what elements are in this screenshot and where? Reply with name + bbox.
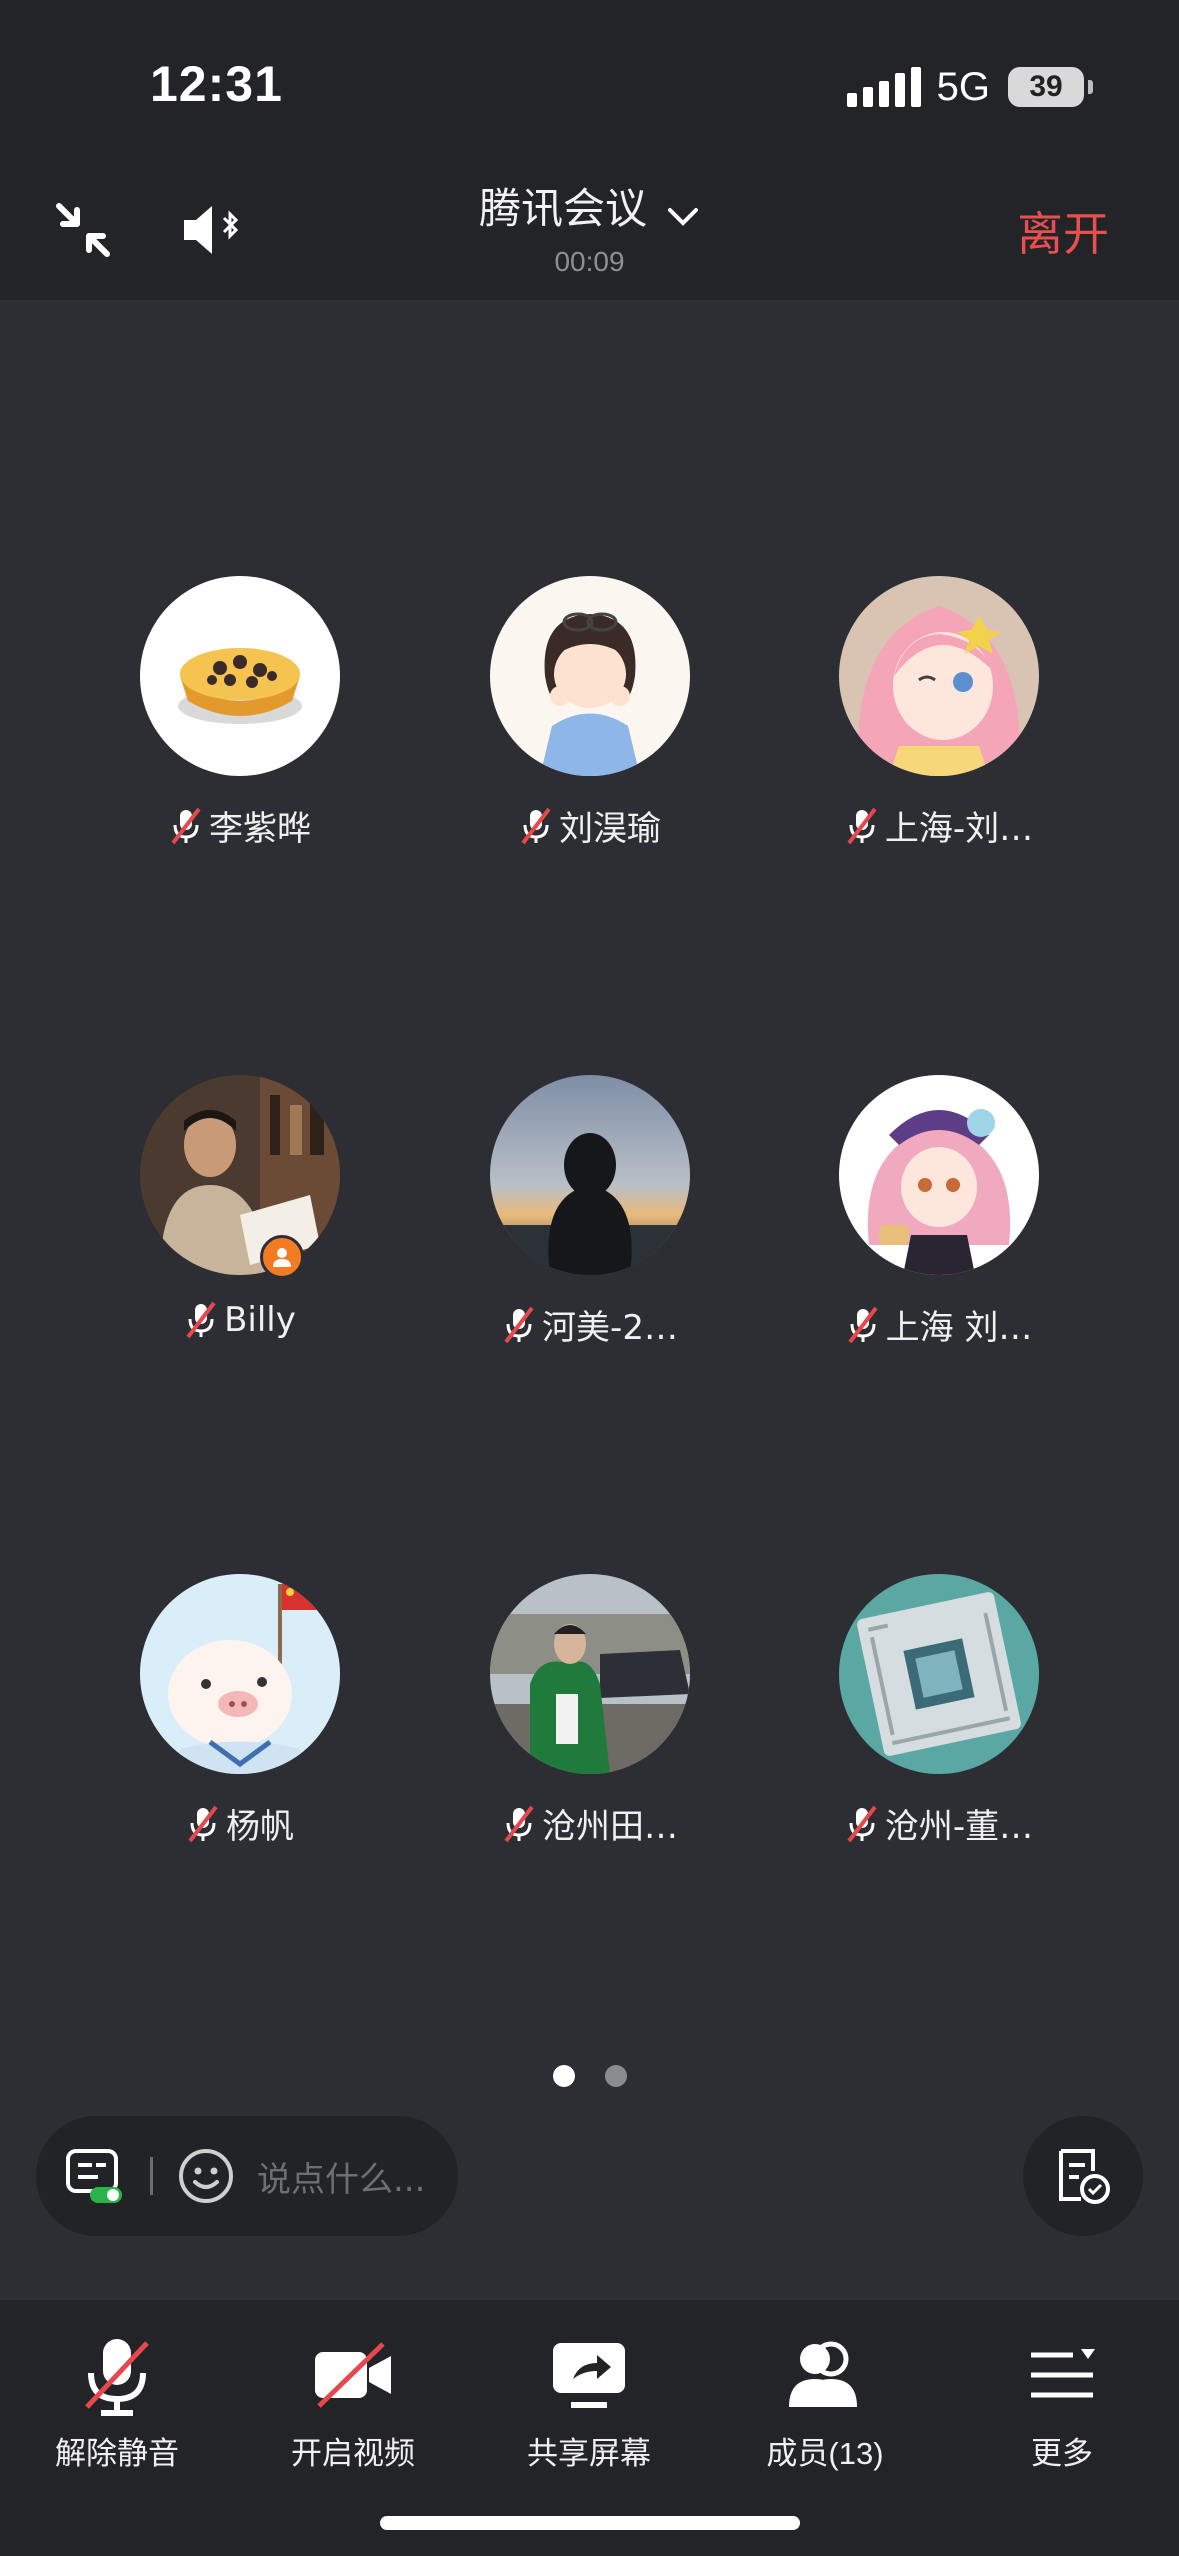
participant-tile[interactable]: 刘淏瑜 xyxy=(440,576,740,906)
pig-with-flag-avatar xyxy=(140,1574,340,1774)
battery-icon: 39 xyxy=(1008,67,1093,107)
mic-muted-icon xyxy=(845,1805,879,1843)
egg-tart-avatar xyxy=(140,576,340,776)
participant-name: 李紫晔 xyxy=(209,809,311,849)
network-type: 5G xyxy=(936,64,990,109)
host-badge-icon xyxy=(260,1235,304,1279)
participant-name: 上海-刘… xyxy=(884,809,1034,849)
chat-input[interactable]: 说点什么... xyxy=(257,2152,425,2201)
emoji-icon[interactable] xyxy=(177,2147,235,2205)
meeting-title: 腾讯会议 xyxy=(478,184,647,233)
participant-tile[interactable]: 上海 刘… xyxy=(789,1075,1089,1405)
members-icon xyxy=(725,2330,925,2420)
reading-man-avatar xyxy=(140,1075,340,1275)
more-label: 更多 xyxy=(1031,2436,1093,2471)
participant-name: 刘淏瑜 xyxy=(559,809,661,849)
page-dot-1[interactable] xyxy=(552,2065,575,2087)
unmute-label: 解除静音 xyxy=(55,2436,179,2471)
start-video-button[interactable]: 开启视频 xyxy=(253,2330,453,2473)
mic-muted-icon xyxy=(519,807,553,845)
more-menu-icon xyxy=(962,2330,1162,2420)
mic-muted-icon xyxy=(169,807,203,845)
participant-tile[interactable]: 沧州田… xyxy=(440,1574,740,1904)
members-label: 成员(13) xyxy=(766,2436,884,2471)
meeting-timer: 00:09 xyxy=(554,246,625,277)
participant-name: 杨帆 xyxy=(226,1807,294,1847)
person-with-car-avatar xyxy=(490,1574,690,1774)
mic-muted-icon xyxy=(184,1301,218,1339)
mic-muted-icon xyxy=(502,1306,536,1344)
unmute-button[interactable]: 解除静音 xyxy=(17,2330,217,2473)
meeting-notes-button[interactable] xyxy=(1023,2116,1143,2236)
divider xyxy=(150,2157,153,2195)
caption-toggle-icon[interactable] xyxy=(64,2147,126,2205)
more-button[interactable]: 更多 xyxy=(962,2330,1162,2473)
mic-muted-icon xyxy=(186,1805,220,1843)
participant-tile[interactable]: 沧州-董… xyxy=(789,1574,1089,1904)
anime-character-avatar xyxy=(839,1075,1039,1275)
participant-name: 河美-2… xyxy=(542,1308,678,1348)
participant-name: 上海 刘… xyxy=(885,1308,1033,1348)
home-indicator[interactable] xyxy=(380,2516,800,2530)
chat-bar[interactable]: 说点什么... xyxy=(36,2116,458,2236)
members-button[interactable]: 成员(13) xyxy=(725,2330,925,2473)
participant-name: 沧州田… xyxy=(542,1807,678,1847)
participant-tile[interactable]: 上海-刘… xyxy=(789,576,1089,906)
notes-icon xyxy=(1053,2145,1113,2207)
mic-muted-icon xyxy=(846,1306,880,1344)
status-indicators: 5G 39 xyxy=(846,62,1093,112)
start-video-label: 开启视频 xyxy=(291,2436,415,2471)
page-dot-2[interactable] xyxy=(604,2065,627,2087)
hooded-person-sunset-avatar xyxy=(490,1075,690,1275)
cartoon-girl-avatar xyxy=(490,576,690,776)
status-time: 12:31 xyxy=(150,56,283,112)
mic-muted-icon xyxy=(845,807,879,845)
page-indicator xyxy=(0,2065,1179,2087)
mic-muted-icon xyxy=(502,1805,536,1843)
meeting-title-dropdown[interactable]: 腾讯会议 xyxy=(0,175,1179,236)
share-screen-button[interactable]: 共享屏幕 xyxy=(489,2330,689,2473)
mic-muted-icon xyxy=(17,2330,217,2420)
participant-name: Billy xyxy=(224,1300,296,1340)
participant-tile[interactable]: 河美-2… xyxy=(440,1075,740,1405)
leave-button[interactable]: 离开 xyxy=(1017,198,1109,264)
chevron-down-icon xyxy=(666,205,700,233)
share-screen-icon xyxy=(489,2330,689,2420)
participant-name: 沧州-董… xyxy=(884,1807,1034,1847)
video-off-icon xyxy=(253,2330,453,2420)
cpu-chip-avatar xyxy=(839,1574,1039,1774)
anime-girl-avatar xyxy=(839,576,1039,776)
participant-tile[interactable]: 杨帆 xyxy=(90,1574,390,1904)
participant-tile[interactable]: Billy xyxy=(90,1075,390,1405)
top-bar: 12:31 5G 39 腾讯会议 00:09 离开 xyxy=(0,0,1179,300)
participant-tile[interactable]: 李紫晔 xyxy=(90,576,390,906)
share-screen-label: 共享屏幕 xyxy=(527,2436,651,2471)
signal-icon xyxy=(846,67,921,107)
